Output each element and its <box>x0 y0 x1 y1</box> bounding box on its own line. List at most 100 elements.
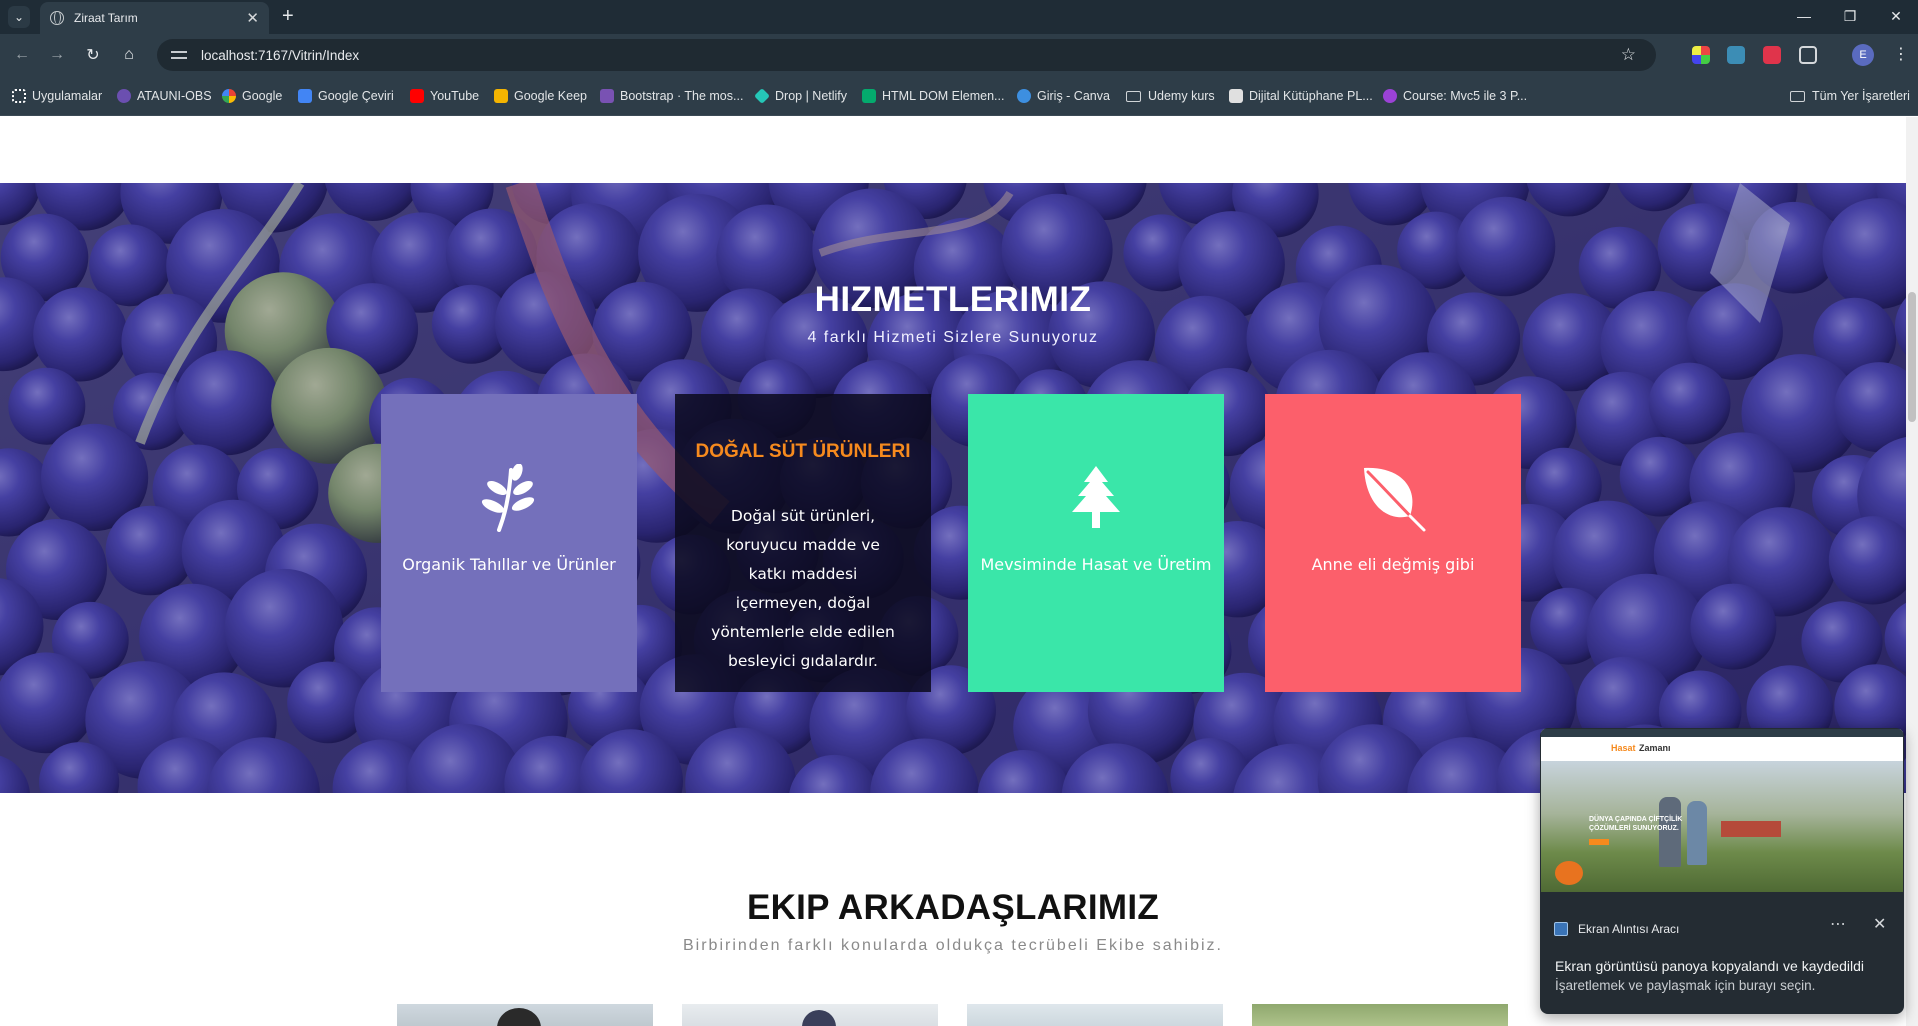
bookmark-item[interactable]: Google <box>222 87 282 105</box>
tab-title: Ziraat Tarım <box>74 11 138 25</box>
reload-icon[interactable]: ↻ <box>81 43 105 67</box>
all-bookmarks-label: Tüm Yer İşaretleri <box>1812 89 1910 103</box>
bookmark-label: YouTube <box>430 89 480 103</box>
tab-strip: ⌄ Ziraat Tarım ✕ + — ❐ ✕ <box>0 0 1918 34</box>
service-card-dairy[interactable]: DOĞAL SÜT ÜRÜNLERI Doğal süt ürünleri, k… <box>675 394 931 692</box>
site-settings-icon[interactable] <box>171 48 187 62</box>
bootstrap-icon <box>600 89 614 103</box>
bookmark-item[interactable]: YouTube <box>410 87 479 105</box>
service-card-label: Mevsiminde Hasat ve Üretim <box>980 555 1212 574</box>
bookmark-item[interactable]: Google Keep <box>494 87 587 105</box>
snip-message: Ekran görüntüsü panoya kopyalandı ve kay… <box>1555 958 1864 974</box>
google-icon <box>222 89 236 103</box>
bookmark-item[interactable]: Dijital Kütüphane PL... <box>1229 87 1373 105</box>
preview-brand-a: Hasat <box>1611 743 1636 753</box>
course-icon <box>1383 89 1397 103</box>
bookmark-item[interactable]: Course: Mvc5 ile 3 P... <box>1383 87 1527 105</box>
bookmark-item[interactable]: Uygulamalar <box>12 87 102 105</box>
canva-icon <box>1017 89 1031 103</box>
bookmark-label: Google Keep <box>514 89 587 103</box>
bookmark-item[interactable]: Giriş - Canva <box>1017 87 1110 105</box>
service-card-homemade[interactable]: Anne eli değmiş gibi <box>1265 394 1521 692</box>
preview-barn-shape <box>1721 821 1781 837</box>
services-subtitle: 4 farklı Hizmeti Sizlere Sunuyoruz <box>807 329 1099 346</box>
notification-close-icon[interactable]: ✕ <box>1873 914 1886 934</box>
browser-toolbar: ← → ↻ ⌂ localhost:7167/Vitrin/Index ☆ E … <box>0 34 1918 76</box>
services-section: HIZMETLERIMIZ 4 farklı Hizmeti Sizlere S… <box>0 183 1906 793</box>
services-overlay <box>0 183 1906 793</box>
snip-notification[interactable]: Hasat Zamanı DÜNYA ÇAPINDA ÇİFTÇİLİK ÇÖZ… <box>1540 728 1904 1014</box>
browser-menu-icon[interactable]: ⋮ <box>1893 44 1909 64</box>
profile-avatar[interactable]: E <box>1852 44 1874 66</box>
address-bar[interactable]: localhost:7167/Vitrin/Index ☆ <box>157 39 1656 71</box>
service-card-label: Organik Tahıllar ve Ürünler <box>402 555 616 574</box>
bookmark-star-icon[interactable]: ☆ <box>1621 45 1636 65</box>
member-head-shape <box>497 1008 541 1026</box>
leaf-icon <box>1364 467 1426 532</box>
bookmark-label: Drop | Netlify <box>775 89 848 103</box>
back-arrow-icon[interactable]: ← <box>10 43 34 67</box>
bookmark-item[interactable]: ATAUNI-OBS <box>117 87 212 105</box>
bookmark-label: Dijital Kütüphane PL... <box>1249 89 1373 103</box>
forward-arrow-icon[interactable]: → <box>45 43 69 67</box>
snipping-tool-icon <box>1554 922 1568 936</box>
tab-search-button[interactable]: ⌄ <box>8 6 30 28</box>
globe-icon <box>50 11 64 25</box>
bookmark-label: Giriş - Canva <box>1037 89 1110 103</box>
preview-headline: DÜNYA ÇAPINDA ÇİFTÇİLİK ÇÖZÜMLERİ SUNUYO… <box>1589 816 1683 832</box>
team-member-photo <box>967 1004 1223 1026</box>
screenshot-extension-icon[interactable] <box>1727 46 1745 64</box>
bookmark-label: Course: Mvc5 ile 3 P... <box>1403 89 1528 103</box>
preview-brand-b: Zamanı <box>1639 743 1671 753</box>
service-card-harvest[interactable]: Mevsiminde Hasat ve Üretim <box>968 394 1224 692</box>
more-options-icon[interactable]: ⋯ <box>1830 914 1846 934</box>
bookmark-item[interactable]: Bootstrap · The mos... <box>600 87 743 105</box>
apps-grid-icon <box>12 89 26 103</box>
bookmark-label: Google <box>242 89 283 103</box>
bookmark-item[interactable]: Udemy kurs <box>1126 87 1215 105</box>
w3schools-icon <box>862 89 876 103</box>
video-extension-icon[interactable] <box>1763 46 1781 64</box>
bookmark-label: HTML DOM Elemen... <box>882 89 1005 103</box>
tab-close-icon[interactable]: ✕ <box>246 9 259 27</box>
pine-tree-icon <box>1072 466 1120 528</box>
address-url: localhost:7167/Vitrin/Index <box>201 47 360 63</box>
netlify-icon <box>754 88 770 104</box>
preview-pumpkin-shape <box>1555 861 1583 885</box>
services-title: HIZMETLERIMIZ <box>814 280 1092 319</box>
translate-icon <box>298 89 312 103</box>
bookmark-item[interactable]: Drop | Netlify <box>754 87 848 105</box>
window-close-icon[interactable]: ✕ <box>1874 0 1918 32</box>
bookmark-label: ATAUNI-OBS <box>137 89 212 103</box>
snip-app-name: Ekran Alıntısı Aracı <box>1578 922 1680 936</box>
color-picker-extension-icon[interactable] <box>1692 46 1710 64</box>
keep-icon <box>494 89 508 103</box>
youtube-icon <box>410 89 424 103</box>
bookmark-label: Uygulamalar <box>32 89 103 103</box>
page-scrollbar[interactable] <box>1906 117 1918 1026</box>
minimize-icon[interactable]: — <box>1782 0 1826 32</box>
service-card-description: Doğal süt ürünleri, koruyucu madde ve ka… <box>711 507 895 670</box>
snip-hint: İşaretlemek ve paylaşmak için burayı seç… <box>1555 978 1816 993</box>
extensions-puzzle-icon[interactable] <box>1799 46 1817 64</box>
bookmark-label: Google Çeviri <box>318 89 394 103</box>
atauni-icon <box>117 89 131 103</box>
preview-browser-bar <box>1541 729 1903 737</box>
sprout-icon <box>481 464 535 532</box>
scrollbar-thumb[interactable] <box>1908 292 1916 422</box>
home-icon[interactable]: ⌂ <box>117 43 141 67</box>
folder-icon <box>1126 90 1141 102</box>
team-member-photo <box>397 1004 653 1026</box>
bookmark-item[interactable]: Google Çeviri <box>298 87 394 105</box>
folder-icon <box>1790 90 1805 102</box>
bookmark-item[interactable]: HTML DOM Elemen... <box>862 87 1004 105</box>
new-tab-button[interactable]: + <box>282 6 294 26</box>
browser-tab-active[interactable]: Ziraat Tarım ✕ <box>40 2 269 34</box>
preview-hero-image: DÜNYA ÇAPINDA ÇİFTÇİLİK ÇÖZÜMLERİ SUNUYO… <box>1541 761 1903 892</box>
screenshot-preview[interactable]: Hasat Zamanı DÜNYA ÇAPINDA ÇİFTÇİLİK ÇÖZ… <box>1541 729 1903 892</box>
all-bookmarks-folder[interactable]: Tüm Yer İşaretleri <box>1790 87 1910 105</box>
service-card-organic[interactable]: Organik Tahıllar ve Ürünler <box>381 394 637 692</box>
preview-site-header: Hasat Zamanı <box>1541 737 1903 761</box>
team-member-photo <box>682 1004 938 1026</box>
restore-icon[interactable]: ❐ <box>1828 0 1872 32</box>
